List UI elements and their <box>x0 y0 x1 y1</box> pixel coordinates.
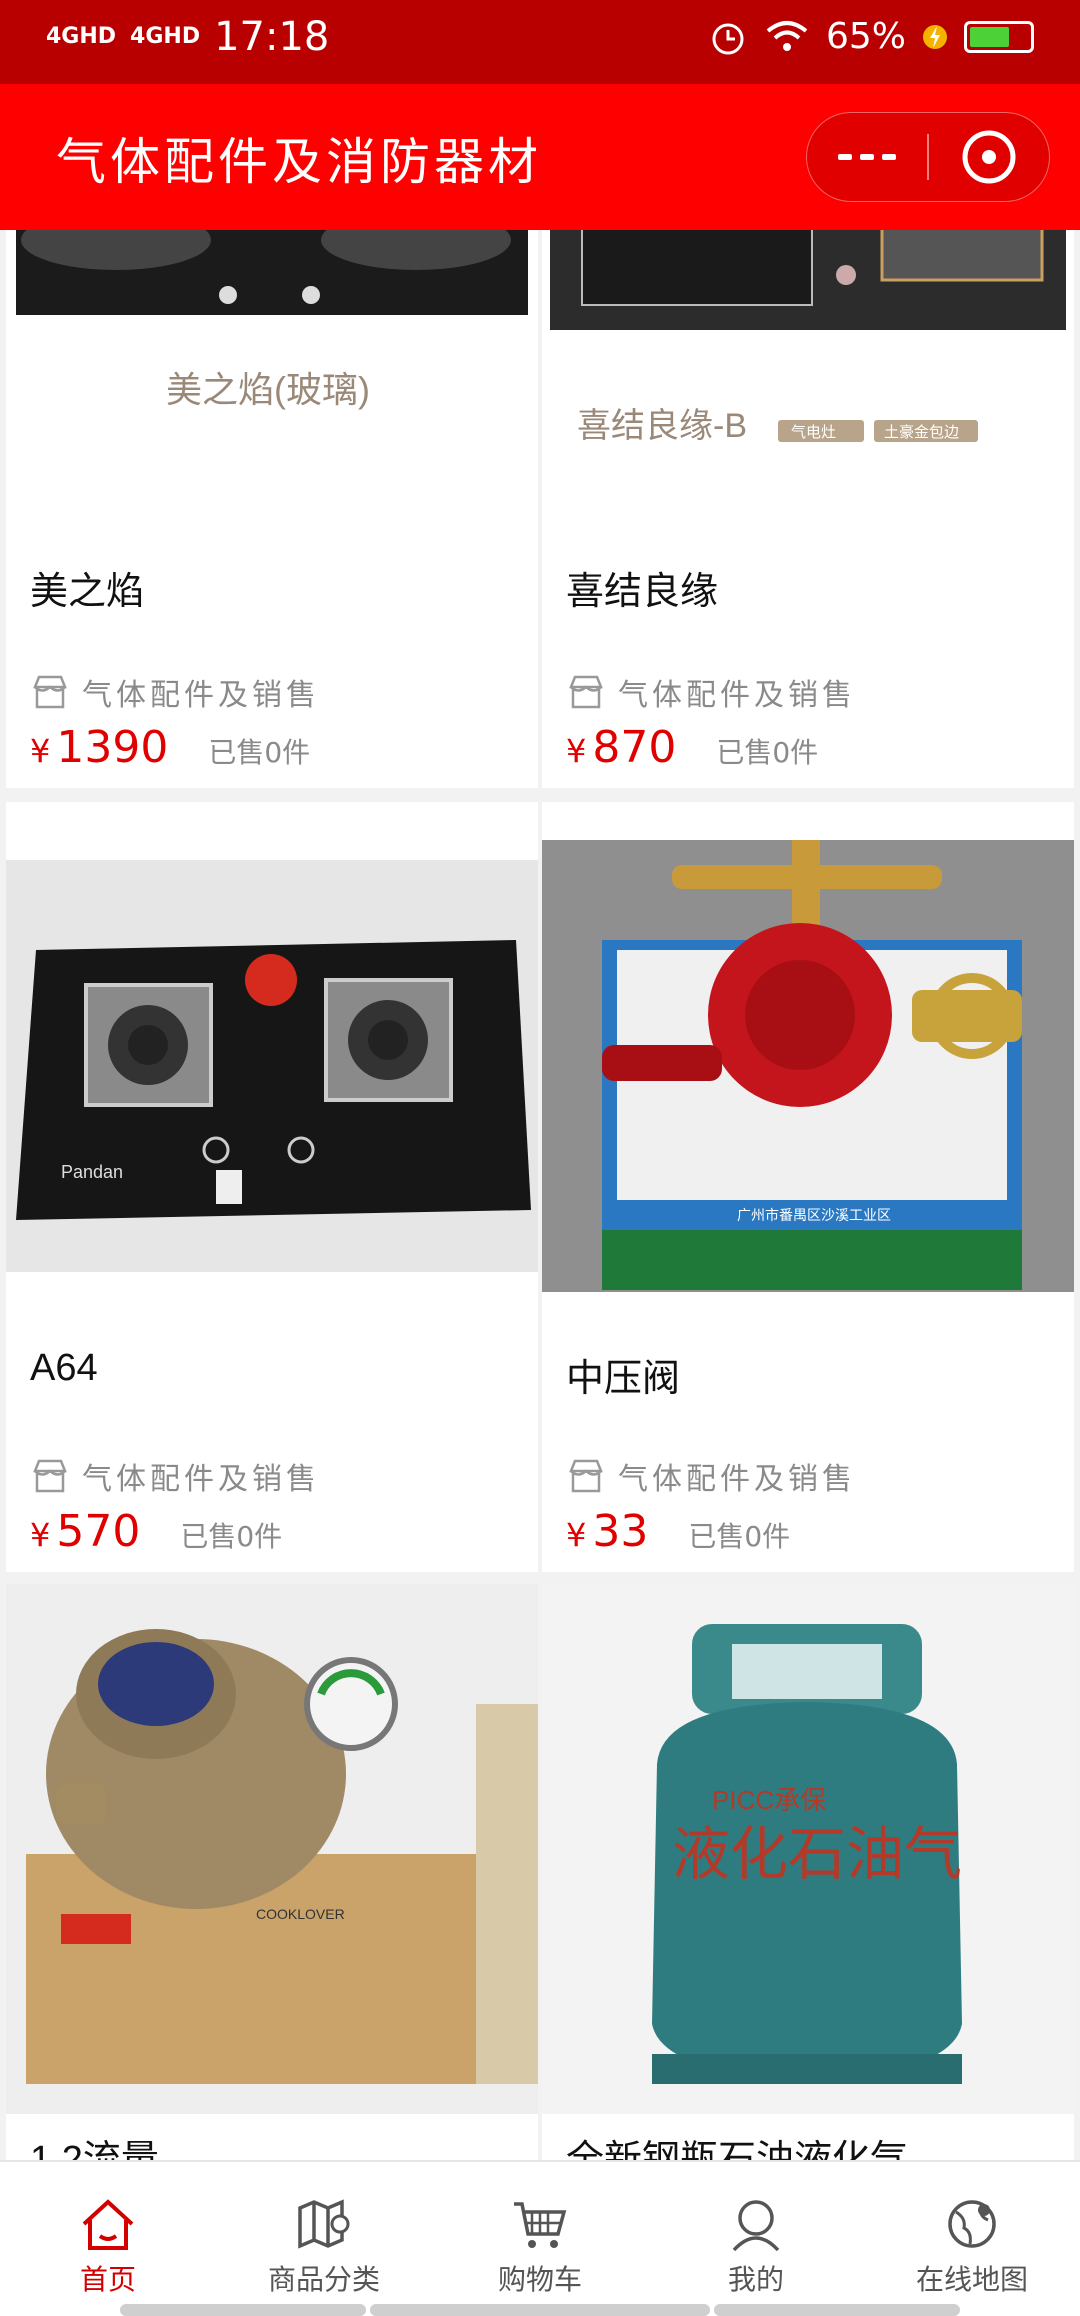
dot-icon <box>860 154 874 160</box>
banner-text: 喜结良缘-B <box>577 407 747 445</box>
product-image: COOKLOVER <box>6 1584 538 2114</box>
product-image: PICC承保 液化石油气 <box>542 1584 1074 2114</box>
tab-label: 购物车 <box>497 2263 582 2296</box>
battery-percent: 65% <box>825 16 906 57</box>
tab-mine[interactable]: 我的 <box>648 2162 864 2316</box>
price-value: 570 <box>56 1506 141 1557</box>
sold-count: 已售0件 <box>180 1520 283 1553</box>
shop-row: 气体配件及销售 <box>30 1454 320 1498</box>
product-card-gas-cylinder[interactable]: PICC承保 液化石油气 全新钢瓶石油液化气 <box>542 1584 1074 2184</box>
product-name: A64 <box>30 1347 98 1389</box>
gesture-bar <box>120 2304 366 2316</box>
currency: ¥ <box>30 732 51 770</box>
store-icon <box>569 1459 603 1493</box>
product-name: 喜结良缘 <box>566 569 719 613</box>
price-value: 1390 <box>56 722 169 773</box>
page-title: 气体配件及消防器材 <box>56 133 542 191</box>
box-text: COOKLOVER <box>256 1906 345 1922</box>
home-icon <box>82 2199 134 2250</box>
store-icon <box>33 1459 67 1493</box>
product-card-xijieliangyuan[interactable]: 喜结良缘-B 气电灶 土豪金包边 喜结良缘 气体配件及销售 ¥ 870 已售0件 <box>542 150 1074 788</box>
status-bar: 4GHD 4GHD 17:18 65% <box>0 0 1080 84</box>
price-row: ¥ 570 已售0件 <box>30 1506 282 1557</box>
status-right: 65% <box>708 16 1034 57</box>
product-card-regulator[interactable]: COOKLOVER 1.2流量 <box>6 1584 538 2184</box>
shop-name: 气体配件及销售 <box>82 678 320 713</box>
tag-text: 气电灶 <box>791 424 836 441</box>
shop-name: 气体配件及销售 <box>618 1462 856 1497</box>
dot-icon <box>838 154 852 160</box>
close-icon <box>962 130 1016 184</box>
globe-icon <box>948 2200 996 2248</box>
price-value: 870 <box>592 722 677 773</box>
user-icon <box>732 2200 780 2252</box>
price-row: ¥ 33 已售0件 <box>566 1506 790 1557</box>
price-row: ¥ 870 已售0件 <box>566 722 818 773</box>
shop-row: 气体配件及销售 <box>566 670 856 714</box>
gas-stove-image: Pandan <box>6 860 538 1272</box>
more-button[interactable] <box>807 113 927 201</box>
product-image: Pandan <box>6 860 538 1272</box>
tank-text-top: PICC承保 <box>712 1785 826 1815</box>
bottom-tab-bar: 首页 商品分类 购物车 我的 在线地图 <box>0 2160 1080 2316</box>
tank-text: 液化石油气 <box>672 1822 962 1887</box>
clock: 17:18 <box>214 14 330 60</box>
gesture-bar <box>370 2304 710 2316</box>
tab-home[interactable]: 首页 <box>0 2162 216 2316</box>
valve-image: 广州市番禺区沙溪工业区 <box>542 840 1074 1292</box>
cart-icon <box>514 2202 567 2248</box>
currency: ¥ <box>30 1516 51 1554</box>
miniprogram-capsule <box>806 112 1050 202</box>
currency: ¥ <box>566 732 587 770</box>
status-left: 4GHD 4GHD 17:18 <box>46 14 329 60</box>
currency: ¥ <box>566 1516 587 1554</box>
price-value: 33 <box>592 1506 649 1557</box>
gas-cylinder-image: PICC承保 液化石油气 <box>542 1584 1074 2114</box>
tab-online-map[interactable]: 在线地图 <box>864 2162 1080 2316</box>
product-card-zhongyafa[interactable]: 广州市番禺区沙溪工业区 中压阀 气体配件及销售 ¥ 33 已售0件 <box>542 802 1074 1572</box>
app-header: 气体配件及消防器材 <box>0 84 1080 230</box>
shop-name: 气体配件及销售 <box>82 1462 320 1497</box>
close-button[interactable] <box>929 113 1049 201</box>
battery-icon <box>964 20 1034 53</box>
signal-icon: 4GHD <box>130 24 201 49</box>
shop-name: 气体配件及销售 <box>618 678 856 713</box>
box-text: 广州市番禺区沙溪工业区 <box>737 1207 891 1223</box>
product-name: 中压阀 <box>566 1356 681 1400</box>
price-row: ¥ 1390 已售0件 <box>30 722 310 773</box>
store-icon <box>569 675 603 709</box>
shop-row: 气体配件及销售 <box>566 1454 856 1498</box>
tab-cart[interactable]: 购物车 <box>432 2162 648 2316</box>
tab-label: 商品分类 <box>267 2263 380 2296</box>
sold-count: 已售0件 <box>688 1520 791 1553</box>
signal-icon: 4GHD <box>46 24 117 49</box>
dot-icon <box>882 154 896 160</box>
map-icon <box>298 2199 350 2249</box>
regulator-image: COOKLOVER <box>6 1584 538 2114</box>
store-icon <box>33 675 67 709</box>
charging-icon <box>923 24 947 49</box>
tab-label: 首页 <box>79 2263 136 2296</box>
product-image: 广州市番禺区沙溪工业区 <box>542 840 1074 1292</box>
shop-row: 气体配件及销售 <box>30 670 320 714</box>
alarm-icon <box>712 23 744 54</box>
product-card-a64[interactable]: Pandan A64 气体配件及销售 ¥ 570 已售0件 <box>6 802 538 1572</box>
product-name: 美之焰 <box>30 569 145 613</box>
gesture-bar <box>714 2304 960 2316</box>
sold-count: 已售0件 <box>208 736 311 769</box>
sold-count: 已售0件 <box>716 736 819 769</box>
brand-text: Pandan <box>61 1162 123 1182</box>
banner-text: 美之焰(玻璃) <box>166 369 370 410</box>
product-card-meizhiyan[interactable]: 美之焰(玻璃) 美之焰 气体配件及销售 ¥ 1390 已售0件 <box>6 150 538 788</box>
tab-label: 我的 <box>727 2263 784 2296</box>
tab-categories[interactable]: 商品分类 <box>216 2162 432 2316</box>
tag-text: 土豪金包边 <box>884 423 959 441</box>
wifi-icon <box>766 20 808 51</box>
tab-label: 在线地图 <box>915 2263 1028 2296</box>
